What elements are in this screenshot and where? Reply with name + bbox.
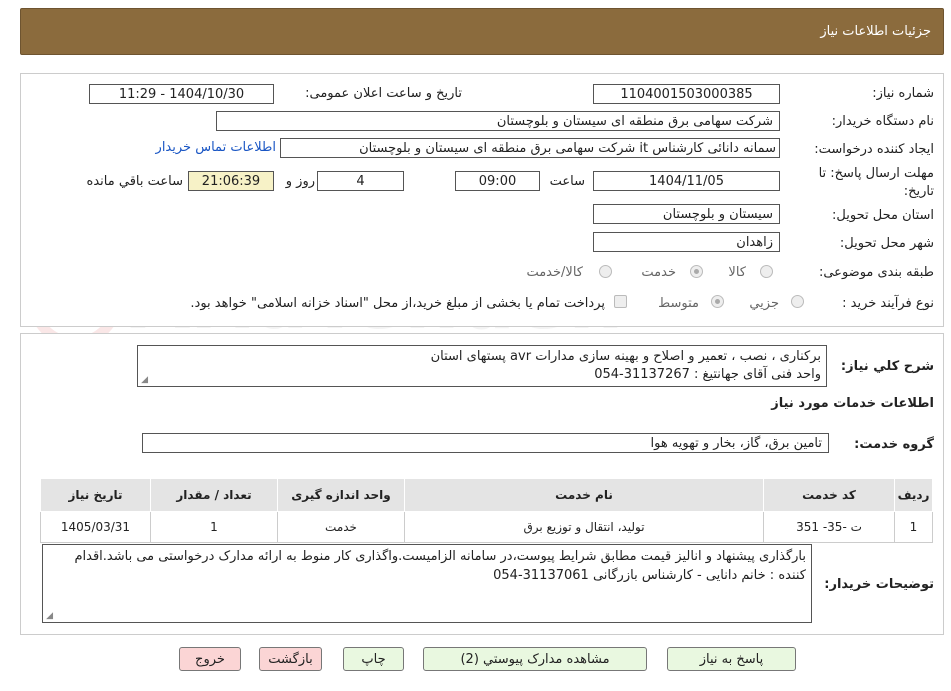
days-label: روز و (285, 174, 315, 189)
reply-to-need-button[interactable]: پاسخ به نیاز (667, 647, 796, 671)
need-number-label: شماره نیاز: (872, 86, 934, 101)
process-option-medium: متوسط (658, 296, 699, 311)
process-radio-medium[interactable] (711, 295, 724, 308)
cell-need-date: 1405/03/31 (40, 511, 151, 543)
deadline-time-label: ساعت (549, 174, 585, 189)
page-title: جزئیات اطلاعات نیاز (820, 24, 931, 39)
cell-unit: خدمت (277, 511, 405, 543)
creator-field[interactable]: سمانه دانائی کارشناس it شرکت سهامی برق م… (280, 138, 780, 158)
service-group-field[interactable]: تامین برق، گاز، بخار و تهویه هوا (142, 433, 829, 453)
buyer-notes-text: بارگذاری پیشنهاد و انالیز قیمت مطابق شرا… (74, 549, 806, 583)
treasury-payment-note: پرداخت تمام یا بخشی از مبلغ خرید،از محل … (190, 296, 605, 311)
resize-grip-icon[interactable]: ◢ (45, 612, 53, 621)
col-service-code: کد خدمت (763, 478, 895, 512)
summary-line-2: واحد فنی آقای جهانتیغ : 31137267-054 (594, 367, 821, 382)
print-button[interactable]: چاپ (343, 647, 404, 671)
province-label: استان محل تحویل: (832, 208, 934, 223)
summary-line-1: برکناری ، نصب ، تعمیر و اصلاح و بهینه سا… (430, 349, 821, 364)
buyer-field[interactable]: شرکت سهامی برق منطقه ای سیستان و بلوچستا… (216, 111, 780, 131)
summary-label: شرح كلي نیاز: (840, 359, 934, 374)
buyer-notes-label: توضیحات خریدار: (824, 577, 934, 592)
remaining-label: ساعت باقي مانده (86, 174, 183, 189)
need-number-field[interactable]: 1104001503000385 (593, 84, 780, 104)
city-label: شهر محل تحویل: (839, 236, 934, 251)
back-button[interactable]: بازگشت (259, 647, 322, 671)
cell-row-number: 1 (894, 511, 933, 543)
buyer-contact-link[interactable]: اطلاعات تماس خریدار (156, 140, 276, 155)
cell-quantity: 1 (150, 511, 278, 543)
buyer-notes-textarea[interactable]: بارگذاری پیشنهاد و انالیز قیمت مطابق شرا… (42, 544, 812, 623)
col-service-name: نام خدمت (404, 478, 764, 512)
category-radio-goods-service[interactable] (599, 265, 612, 278)
category-option-goods-service: کالا/خدمت (526, 265, 583, 280)
col-quantity: تعداد / مقدار (150, 478, 278, 512)
category-radio-service[interactable] (690, 265, 703, 278)
treasury-payment-checkbox[interactable] (614, 295, 627, 308)
deadline-time-field[interactable]: 09:00 (455, 171, 540, 191)
col-unit: واحد اندازه گیری (277, 478, 405, 512)
city-field[interactable]: زاهدان (593, 232, 780, 252)
cell-service-name: تولید، انتقال و توزیع برق (404, 511, 764, 543)
province-field[interactable]: سیستان و بلوچستان (593, 204, 780, 224)
cell-service-code: ت -35- 351 (763, 511, 895, 543)
services-section-title: اطلاعات خدمات مورد نیاز (771, 396, 934, 411)
page-header: جزئیات اطلاعات نیاز (20, 8, 944, 55)
col-row-number: ردیف (894, 478, 933, 512)
category-option-goods: کالا (728, 265, 746, 280)
buyer-label: نام دستگاه خریدار: (831, 114, 934, 129)
process-label: نوع فرآیند خرید : (842, 296, 934, 311)
announce-field[interactable]: 1404/10/30 - 11:29 (89, 84, 274, 104)
service-group-label: گروه خدمت: (854, 437, 934, 452)
announce-label: تاریخ و ساعت اعلان عمومی: (305, 86, 462, 101)
col-need-date: تاریخ نیاز (40, 478, 151, 512)
category-label: طبقه بندی موضوعی: (818, 265, 934, 280)
category-radio-goods[interactable] (760, 265, 773, 278)
resize-grip-icon[interactable]: ◢ (140, 376, 148, 385)
table-row: 1 ت -35- 351 تولید، انتقال و توزیع برق خ… (40, 511, 933, 543)
services-table-header: ردیف کد خدمت نام خدمت واحد اندازه گیری ت… (40, 478, 933, 512)
services-table: ردیف کد خدمت نام خدمت واحد اندازه گیری ت… (40, 478, 933, 543)
category-option-service: خدمت (641, 265, 676, 280)
creator-label: ایجاد کننده درخواست: (814, 142, 934, 157)
process-radio-minor[interactable] (791, 295, 804, 308)
exit-button[interactable]: خروج (179, 647, 241, 671)
view-attachments-button[interactable]: مشاهده مدارک پیوستي (2) (423, 647, 647, 671)
deadline-date-field[interactable]: 1404/11/05 (593, 171, 780, 191)
process-option-minor: جزیي (749, 296, 779, 311)
remaining-time-field[interactable]: 21:06:39 (188, 171, 274, 191)
days-remaining-field[interactable]: 4 (317, 171, 404, 191)
summary-textarea[interactable]: برکناری ، نصب ، تعمیر و اصلاح و بهینه سا… (137, 345, 827, 387)
deadline-label: مهلت ارسال پاسخ: تا تاریخ: (818, 166, 934, 199)
